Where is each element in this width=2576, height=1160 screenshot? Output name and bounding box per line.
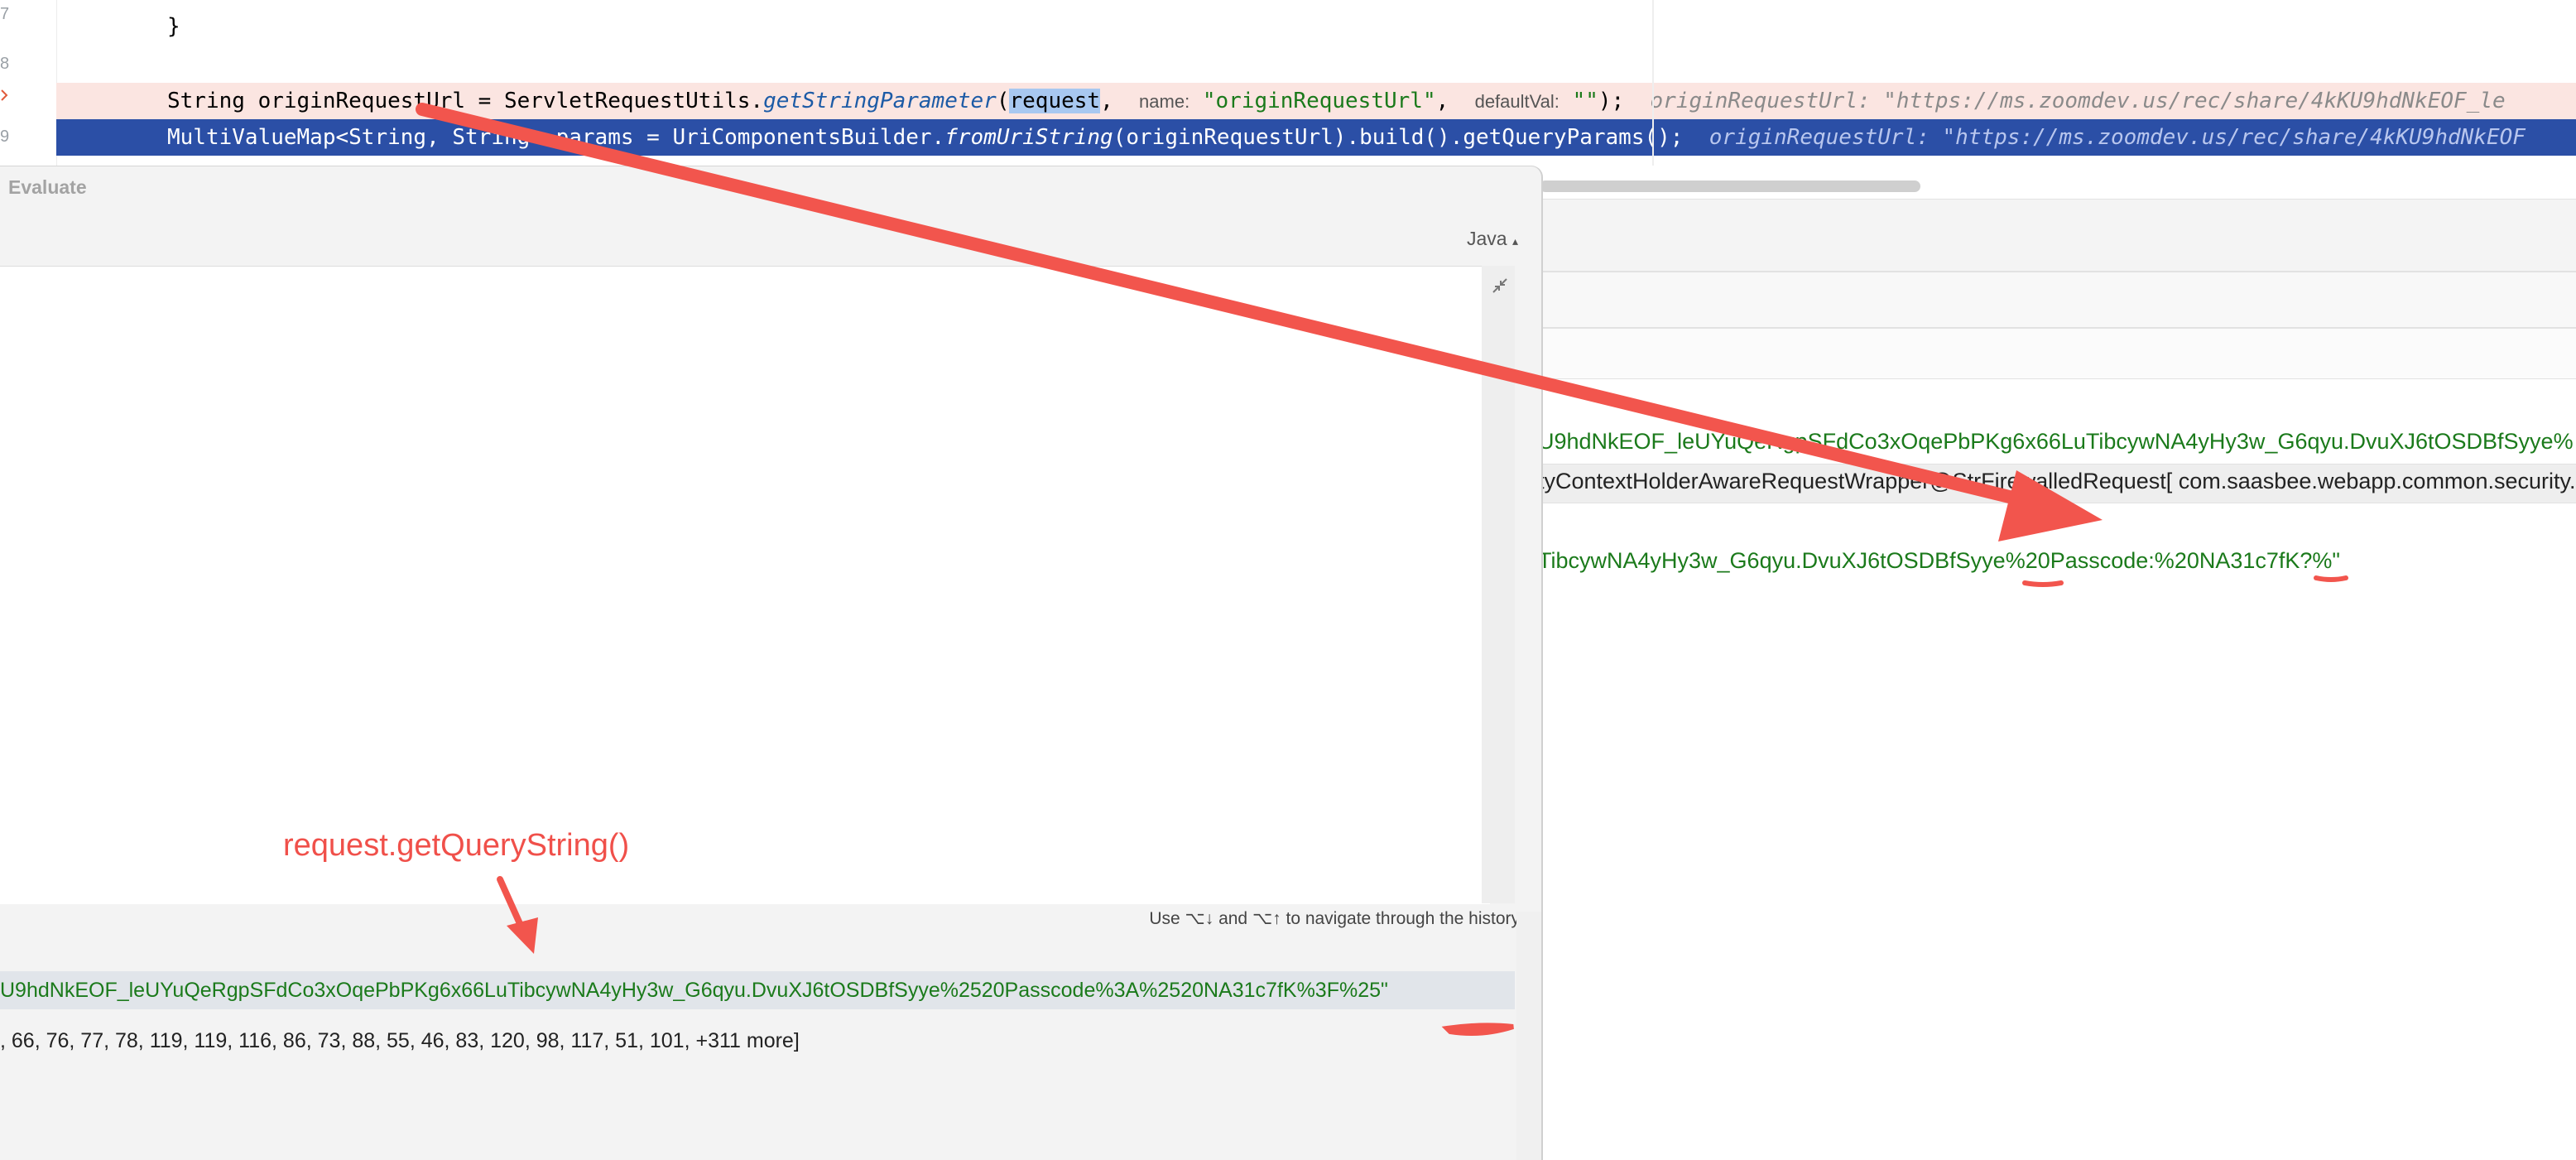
line-number: 8 xyxy=(0,55,10,73)
evaluate-dialog[interactable]: Evaluate Java ▴ Use ⌥↓ and ⌥↑ to navigat… xyxy=(0,166,1543,1160)
language-label: Java xyxy=(1466,228,1507,249)
variable-value[interactable]: TibcywNA4yHy3w_G6qyu.DvuXJ6tOSDBfSyye%20… xyxy=(1538,548,2340,574)
selected-argument[interactable]: request xyxy=(1009,89,1101,113)
code-editor[interactable]: 7 8 9 } String originRequestUrl = Servle… xyxy=(0,0,2576,166)
result-scrollbar[interactable] xyxy=(1516,912,1541,1160)
result-value: U9hdNkEOF_leUYuQeRgpSFdCo3xOqePbPKg6x66L… xyxy=(0,979,1388,1002)
result-row[interactable]: U9hdNkEOF_leUYuQeRgpSFdCo3xOqePbPKg6x66L… xyxy=(0,971,1515,1009)
dialog-title: Evaluate xyxy=(8,176,87,198)
chevron-up-icon: ▴ xyxy=(1511,234,1518,248)
line-number: 7 xyxy=(0,5,10,23)
expression-editor[interactable] xyxy=(0,266,1490,904)
language-selector[interactable]: Java ▴ xyxy=(1467,228,1518,250)
string-literal: "" xyxy=(1572,89,1598,113)
method-name: getStringParameter xyxy=(763,89,997,113)
code-declaration: MultiValueMap<String, String> params = U… xyxy=(167,125,945,150)
code-line-brace: } xyxy=(167,14,180,39)
code-line-current[interactable]: MultiValueMap<String, String> params = U… xyxy=(56,119,2576,156)
param-hint-default: defaultVal: xyxy=(1474,91,1560,112)
inline-debug-value: originRequestUrl: "https://ms.zoomdev.us… xyxy=(1650,89,2506,113)
string-literal: "originRequestUrl" xyxy=(1202,89,1436,113)
debugger-tabs-band xyxy=(1540,272,2576,328)
param-hint-name: name: xyxy=(1139,91,1190,112)
right-margin-guide xyxy=(1652,0,1654,166)
variable-value[interactable]: U9hdNkEOF_leUYuQeRgpSFdCo3xOqePbPKg6x66L… xyxy=(1538,429,2574,455)
inline-debug-value: originRequestUrl: "https://ms.zoomdev.us… xyxy=(1709,125,2526,150)
code-declaration: String originRequestUrl = ServletRequest… xyxy=(167,89,764,113)
debugger-header-band xyxy=(1540,328,2576,379)
debugger-toolbar-band xyxy=(1540,199,2576,272)
line-number: 9 xyxy=(0,128,10,146)
breakpoint-icon[interactable] xyxy=(0,89,8,101)
variable-value[interactable]: tyContextHolderAwareRequestWrapper@StrFi… xyxy=(1538,469,2576,494)
collapse-arrows-icon xyxy=(1492,278,1507,293)
annotation-label: request.getQueryString() xyxy=(283,828,630,863)
method-name: fromUriString xyxy=(944,125,1113,150)
code-line-breakpoint[interactable]: String originRequestUrl = ServletRequest… xyxy=(56,83,2576,119)
vertical-scrollbar[interactable] xyxy=(1482,266,1515,903)
horizontal-scrollbar[interactable] xyxy=(1540,180,1920,192)
result-array-row[interactable]: , 66, 76, 77, 78, 119, 119, 116, 86, 73,… xyxy=(0,1029,800,1053)
collapse-icon[interactable] xyxy=(1488,276,1511,299)
line-gutter: 7 8 9 xyxy=(0,0,57,166)
history-hint: Use ⌥↓ and ⌥↑ to navigate through the hi… xyxy=(1149,909,1520,928)
